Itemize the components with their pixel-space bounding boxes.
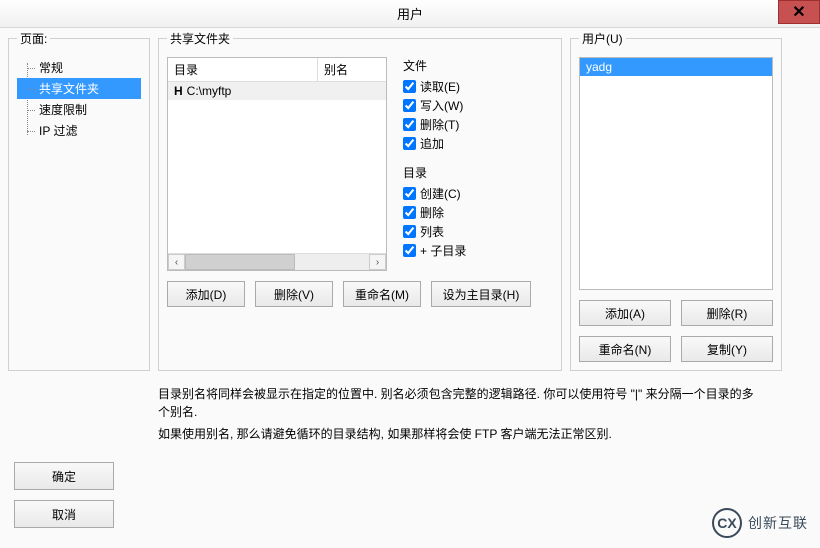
dir-perm-label: 目录 bbox=[403, 164, 523, 181]
user-buttons: 添加(A) 删除(R) 重命名(N) 复制(Y) bbox=[579, 300, 773, 362]
close-icon: ✕ bbox=[792, 2, 805, 22]
titlebar: 用户 ✕ bbox=[0, 0, 820, 28]
directory-path: C:\myftp bbox=[187, 84, 232, 98]
directory-buttons: 添加(D) 删除(V) 重命名(M) 设为主目录(H) bbox=[167, 281, 553, 307]
set-home-button[interactable]: 设为主目录(H) bbox=[431, 281, 531, 307]
ok-button[interactable]: 确定 bbox=[14, 462, 114, 490]
perm-read-checkbox[interactable] bbox=[403, 80, 416, 93]
perm-create-checkbox[interactable] bbox=[403, 187, 416, 200]
nav-item-general[interactable]: 常规 bbox=[17, 57, 141, 78]
dialog-buttons: 确定 取消 bbox=[14, 462, 114, 528]
hscrollbar[interactable]: ‹ › bbox=[168, 253, 386, 270]
col-directory[interactable]: 目录 bbox=[168, 58, 318, 81]
scroll-thumb[interactable] bbox=[185, 254, 295, 270]
perm-subdirs-checkbox[interactable] bbox=[403, 244, 416, 257]
perm-append-checkbox[interactable] bbox=[403, 137, 416, 150]
shared-folders-group: 共享文件夹 目录 别名 H C:\myftp ‹ bbox=[158, 38, 562, 371]
perm-delete-dir-checkbox[interactable] bbox=[403, 206, 416, 219]
page-group-label: 页面: bbox=[17, 30, 50, 47]
perm-subdirs[interactable]: + 子目录 bbox=[403, 242, 523, 259]
perm-delete-file-checkbox[interactable] bbox=[403, 118, 416, 131]
brand-badge-icon: CX bbox=[712, 508, 742, 538]
perm-read[interactable]: 读取(E) bbox=[403, 78, 523, 95]
perm-write[interactable]: 写入(W) bbox=[403, 97, 523, 114]
nav-tree: 常规 共享文件夹 速度限制 IP 过滤 bbox=[17, 57, 141, 141]
home-mark: H bbox=[174, 84, 183, 98]
window-title: 用户 bbox=[397, 4, 423, 23]
perm-create[interactable]: 创建(C) bbox=[403, 185, 523, 202]
perm-list[interactable]: 列表 bbox=[403, 223, 523, 240]
directory-list[interactable]: 目录 别名 H C:\myftp ‹ › bbox=[167, 57, 387, 271]
perm-append[interactable]: 追加 bbox=[403, 135, 523, 152]
rename-user-button[interactable]: 重命名(N) bbox=[579, 336, 671, 362]
brand-logo: CX 创新互联 bbox=[712, 508, 808, 538]
users-group-label: 用户(U) bbox=[579, 30, 626, 47]
brand-name: 创新互联 bbox=[748, 513, 808, 533]
nav-item-shared-folders[interactable]: 共享文件夹 bbox=[17, 78, 141, 99]
remove-user-button[interactable]: 删除(R) bbox=[681, 300, 773, 326]
cancel-button[interactable]: 取消 bbox=[14, 500, 114, 528]
perm-write-checkbox[interactable] bbox=[403, 99, 416, 112]
close-button[interactable]: ✕ bbox=[778, 0, 820, 24]
dir-permissions: 目录 创建(C) 删除 列表 + 子目录 bbox=[403, 164, 523, 259]
perm-delete-file[interactable]: 删除(T) bbox=[403, 116, 523, 133]
permissions-column: 文件 读取(E) 写入(W) 删除(T) 追加 目录 创建(C) 删除 列表 +… bbox=[403, 57, 523, 271]
perm-delete-dir[interactable]: 删除 bbox=[403, 204, 523, 221]
users-list[interactable]: yadg bbox=[579, 57, 773, 290]
directory-row[interactable]: H C:\myftp bbox=[168, 82, 386, 100]
users-group: 用户(U) yadg 添加(A) 删除(R) 重命名(N) 复制(Y) bbox=[570, 38, 782, 371]
scroll-right-button[interactable]: › bbox=[369, 254, 386, 270]
center-column: 共享文件夹 目录 别名 H C:\myftp ‹ bbox=[158, 38, 562, 448]
page-group: 页面: 常规 共享文件夹 速度限制 IP 过滤 bbox=[8, 38, 150, 371]
add-dir-button[interactable]: 添加(D) bbox=[167, 281, 245, 307]
scroll-left-button[interactable]: ‹ bbox=[168, 254, 185, 270]
remove-dir-button[interactable]: 删除(V) bbox=[255, 281, 333, 307]
nav-item-speed-limit[interactable]: 速度限制 bbox=[17, 99, 141, 120]
dialog-body: 页面: 常规 共享文件夹 速度限制 IP 过滤 共享文件夹 目录 别名 bbox=[0, 28, 820, 548]
file-permissions: 文件 读取(E) 写入(W) 删除(T) 追加 bbox=[403, 57, 523, 152]
users-column: 用户(U) yadg 添加(A) 删除(R) 重命名(N) 复制(Y) bbox=[570, 38, 782, 448]
nav-item-ip-filter[interactable]: IP 过滤 bbox=[17, 120, 141, 141]
scroll-track[interactable] bbox=[185, 254, 369, 270]
perm-list-checkbox[interactable] bbox=[403, 225, 416, 238]
rename-dir-button[interactable]: 重命名(M) bbox=[343, 281, 421, 307]
file-perm-label: 文件 bbox=[403, 57, 523, 74]
directory-list-header: 目录 别名 bbox=[168, 58, 386, 82]
main-area: 页面: 常规 共享文件夹 速度限制 IP 过滤 共享文件夹 目录 别名 bbox=[8, 38, 812, 448]
copy-user-button[interactable]: 复制(Y) bbox=[681, 336, 773, 362]
col-alias[interactable]: 别名 bbox=[318, 58, 386, 81]
shared-folders-label: 共享文件夹 bbox=[167, 30, 233, 47]
add-user-button[interactable]: 添加(A) bbox=[579, 300, 671, 326]
user-item[interactable]: yadg bbox=[580, 58, 772, 76]
